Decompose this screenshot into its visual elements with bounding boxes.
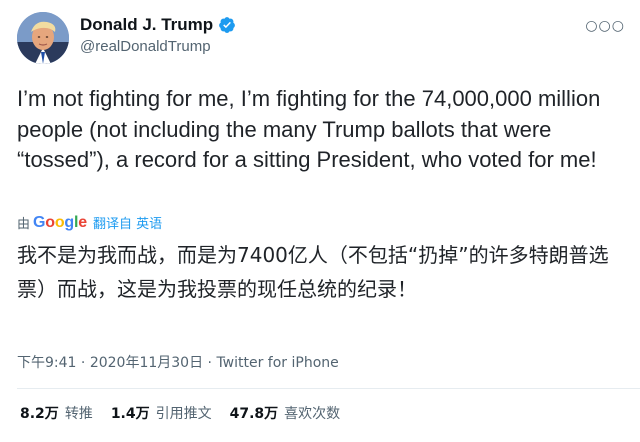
verified-badge-icon xyxy=(219,17,236,33)
quote-tweets-label: 引用推文 xyxy=(155,406,212,422)
meta-separator: · xyxy=(203,355,217,371)
google-logo: Google xyxy=(33,213,87,231)
retweets-label: 转推 xyxy=(64,406,93,422)
tweet-meta: 下午9:41 · 2020年11月30日 · Twitter for iPhon… xyxy=(17,352,339,372)
retweets-stat[interactable]: 8.2万 转推 xyxy=(20,403,93,423)
tweet-text: I’m not fighting for me, I’m fighting fo… xyxy=(17,86,601,172)
likes-label: 喜欢次数 xyxy=(284,406,341,422)
quote-tweets-stat[interactable]: 1.4万 引用推文 xyxy=(111,403,212,423)
avatar[interactable] xyxy=(17,12,69,64)
name-row: Donald J. Trump xyxy=(80,15,236,35)
tweet-date[interactable]: 2020年11月30日 xyxy=(90,355,203,371)
user-handle[interactable]: @realDonaldTrump xyxy=(80,38,236,56)
likes-stat[interactable]: 47.8万 喜欢次数 xyxy=(230,403,341,423)
display-name[interactable]: Donald J. Trump xyxy=(80,15,213,35)
tweet-stats: 8.2万 转推 1.4万 引用推文 47.8万 喜欢次数 xyxy=(20,403,358,423)
tweet-time[interactable]: 下午9:41 xyxy=(17,355,76,371)
translated-from-link[interactable]: 翻译自 英语 xyxy=(93,213,162,232)
avatar-image xyxy=(17,12,69,64)
retweets-count: 8.2万 xyxy=(20,406,59,422)
tweet-source[interactable]: Twitter for iPhone xyxy=(216,355,338,371)
translation-attribution: 由 Google 翻译自 英语 xyxy=(17,213,162,233)
likes-count: 47.8万 xyxy=(229,406,279,422)
meta-separator: · xyxy=(76,355,90,371)
more-horizontal-icon[interactable]: ○○○ xyxy=(585,18,625,34)
user-info: Donald J. Trump @realDonaldTrump xyxy=(80,15,236,56)
divider xyxy=(17,388,640,389)
quote-tweets-count: 1.4万 xyxy=(110,406,150,422)
translated-by-label: 由 xyxy=(17,217,31,232)
tweet-card: Donald J. Trump @realDonaldTrump ○○○ I’m… xyxy=(0,0,640,442)
translated-tweet-text: 我不是为我而战，而是为7400亿人（不包括“扔掉”的许多特朗普选票）而战，这是为… xyxy=(17,243,609,301)
